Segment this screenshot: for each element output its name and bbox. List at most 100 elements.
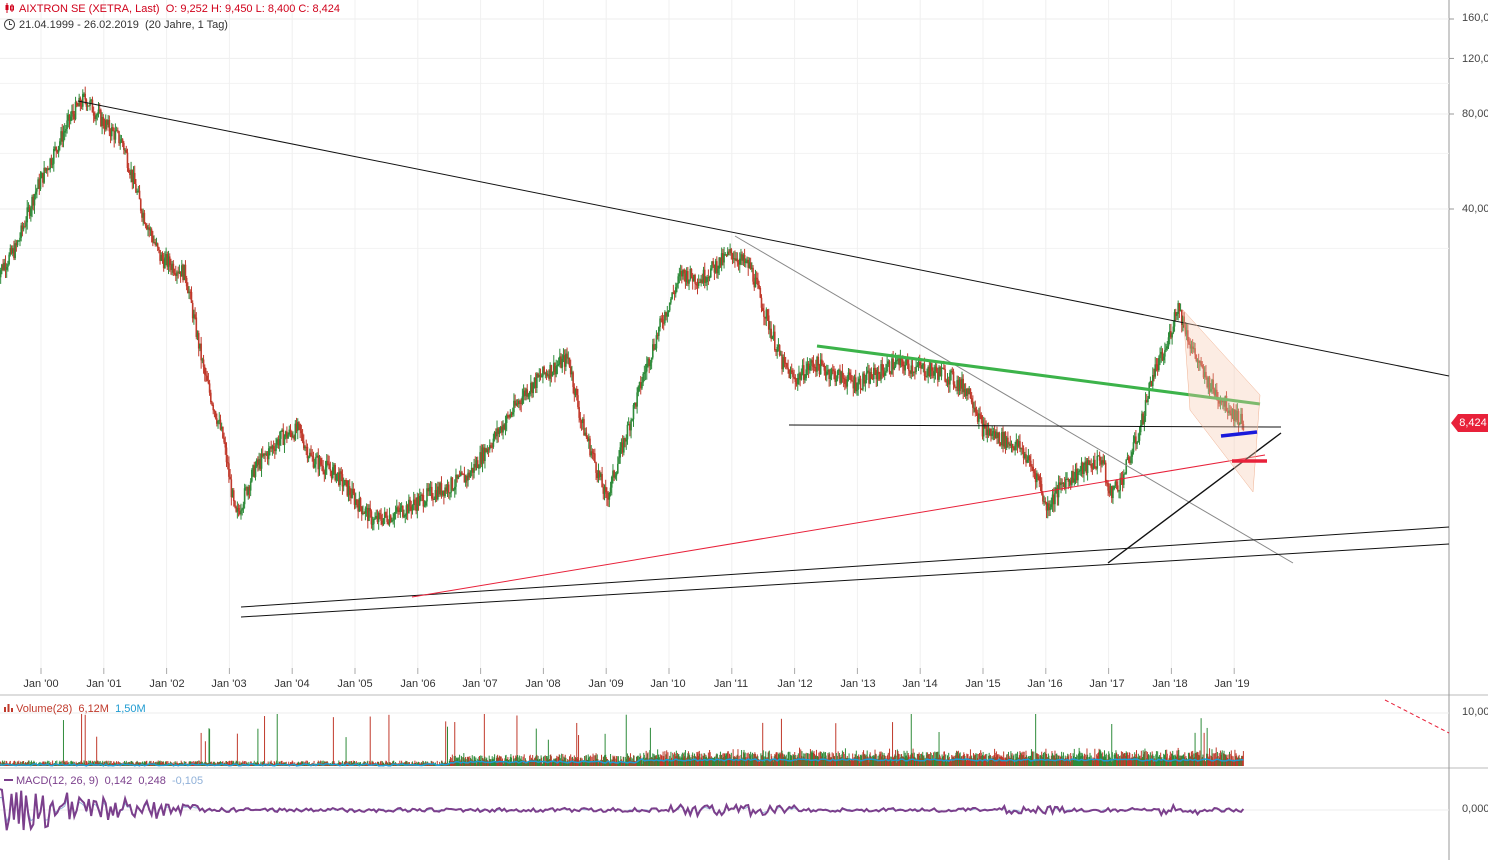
price-candle-body — [974, 407, 977, 412]
price-candle-body — [428, 487, 431, 492]
price-candle-body — [411, 505, 414, 511]
line-icon — [4, 779, 13, 781]
price-candle-body — [371, 523, 374, 525]
price-candle-body — [568, 357, 571, 367]
price-candle-body — [1166, 346, 1169, 349]
price-candle-body — [757, 279, 759, 285]
price-candle-body — [393, 513, 396, 520]
chart-canvas[interactable] — [0, 0, 1488, 860]
price-candle-body — [126, 152, 129, 168]
price-candle-body — [451, 477, 454, 490]
price-candle-body — [504, 422, 507, 430]
price-candle-body — [1125, 459, 1128, 474]
price-candle-body — [208, 383, 211, 393]
price-candle-body — [821, 359, 823, 365]
price-candle-body — [893, 366, 896, 370]
price-candle-body — [674, 287, 677, 294]
price-candle-body — [1028, 456, 1031, 461]
price-candle-body — [953, 384, 956, 387]
price-candle-body — [352, 488, 355, 494]
price-candle-body — [790, 370, 793, 373]
price-candle-body — [161, 254, 164, 260]
price-candle-body — [30, 209, 32, 216]
price-candle-body — [1152, 375, 1154, 387]
price-candle-body — [34, 191, 37, 195]
price-candle-body — [998, 432, 1001, 444]
x-tick-label: Jan '11 — [713, 678, 749, 690]
price-candle-body — [778, 345, 781, 356]
price-candle-body — [851, 380, 853, 382]
price-candle-body — [172, 263, 175, 273]
price-candle-body — [676, 283, 678, 288]
price-candle-body — [1143, 415, 1146, 424]
price-candle-body — [63, 130, 66, 133]
price-candle-body — [275, 444, 277, 452]
price-candle-body — [397, 507, 399, 510]
price-candle-body — [585, 432, 588, 437]
price-candle-body — [1038, 476, 1041, 481]
price-candle-body — [1044, 501, 1047, 503]
price-candle-body — [787, 367, 789, 370]
ohlc-values: O: 9,252 H: 9,450 L: 8,400 C: 8,424 — [165, 3, 341, 15]
price-candle-body — [575, 388, 578, 396]
price-candle-body — [254, 466, 257, 477]
price-candle-body — [979, 413, 981, 416]
price-candle-body — [17, 240, 20, 242]
x-tick-label: Jan '06 — [400, 678, 436, 690]
price-candle-body — [348, 486, 351, 495]
price-candle-body — [984, 423, 986, 426]
price-candle-body — [313, 464, 316, 468]
price-candle-body — [650, 357, 653, 363]
price-candle-body — [572, 372, 574, 387]
price-candle-body — [796, 377, 799, 385]
price-candle-body — [645, 363, 648, 372]
price-candle-body — [556, 365, 559, 367]
price-candle-body — [683, 269, 686, 274]
price-candle-body — [972, 402, 974, 408]
price-candle-body — [1154, 364, 1157, 377]
price-candle-body — [1164, 350, 1166, 357]
price-candle-body — [478, 467, 480, 469]
price-candle-body — [469, 472, 472, 478]
price-candle-body — [1113, 486, 1115, 490]
price-candle-body — [969, 388, 972, 399]
price-candle-body — [856, 389, 858, 392]
price-candle-body — [902, 359, 904, 367]
price-candle-body — [601, 474, 603, 488]
price-candle-body — [301, 433, 304, 442]
price-candle-body — [298, 422, 300, 425]
price-candle-body — [414, 499, 416, 504]
x-tick-label: Jan '17 — [1089, 678, 1125, 690]
price-candle-body — [476, 460, 479, 469]
price-candle-body — [933, 371, 936, 376]
macd-indicator-name: MACD(12, 26, 9) — [16, 775, 99, 787]
price-candle-body — [883, 372, 886, 376]
date-range: 21.04.1999 - 26.02.2019 — [19, 19, 139, 31]
price-candle-body — [210, 392, 212, 403]
price-candle-body — [670, 298, 672, 303]
price-candle-body — [1123, 474, 1125, 485]
price-candle-body — [1127, 457, 1130, 461]
price-candle-body — [1039, 480, 1042, 485]
price-candle-body — [24, 226, 26, 228]
volume-legend: Volume(28) 6,12M 1,50M — [4, 703, 146, 715]
price-candle-body — [626, 424, 629, 440]
price-candle-body — [615, 473, 618, 476]
price-candle-body — [452, 489, 455, 491]
price-candle-body — [641, 382, 643, 389]
price-candle-body — [168, 256, 171, 266]
price-candle-body — [752, 267, 754, 282]
price-candle-body — [604, 486, 607, 493]
price-candle-body — [1049, 507, 1051, 511]
price-candle-body — [1167, 337, 1170, 347]
price-candle-body — [767, 315, 770, 330]
price-candle-body — [335, 473, 338, 481]
price-candle-body — [688, 279, 690, 284]
price-candle-body — [138, 190, 141, 200]
y-tick-label: 10,00M — [1462, 706, 1488, 718]
price-candle-body — [786, 363, 788, 368]
price-candle-body — [666, 312, 669, 317]
price-candle-body — [926, 375, 928, 377]
price-candle-body — [521, 396, 524, 404]
price-candle-body — [72, 110, 74, 114]
